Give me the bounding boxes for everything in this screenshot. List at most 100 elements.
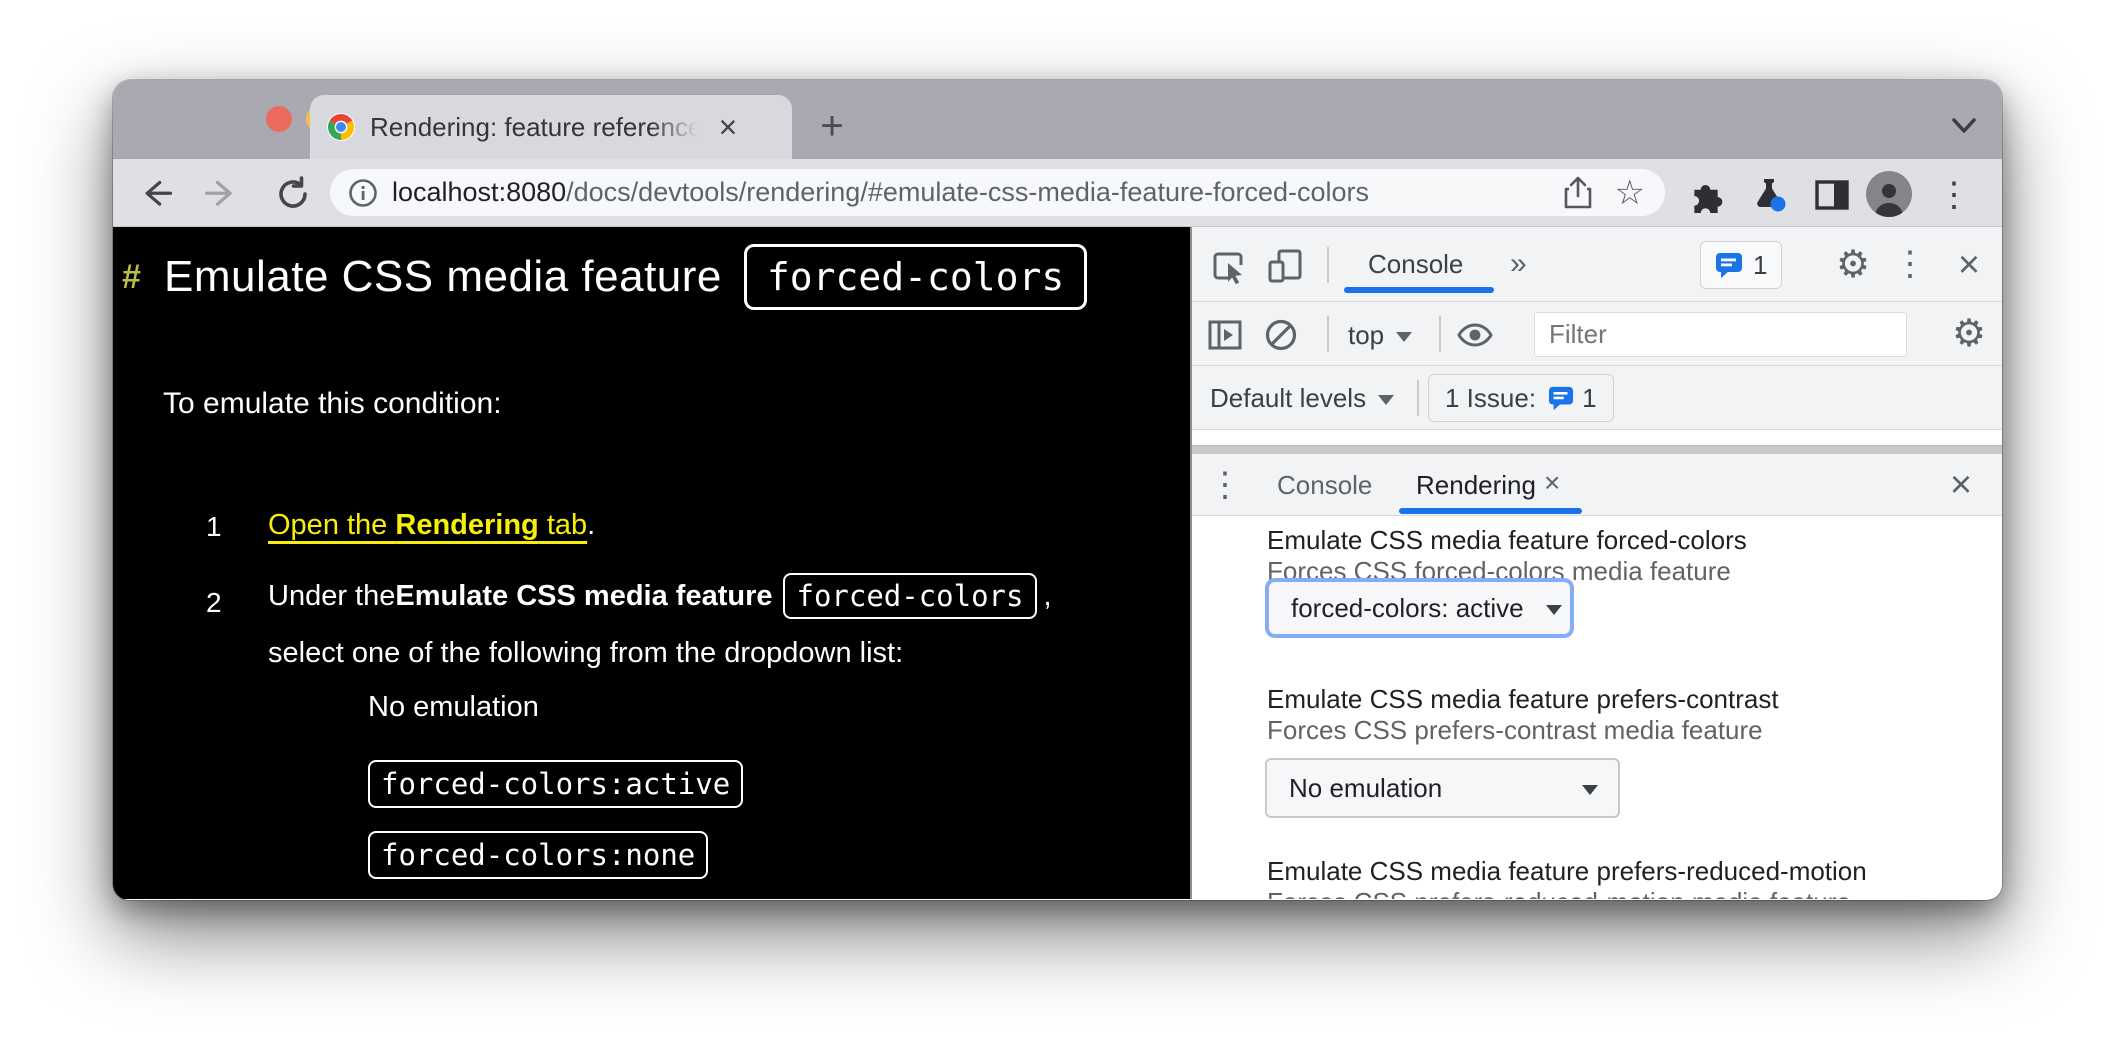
console-infobar: Default levels 1 Issue: 1 <box>1192 366 2002 430</box>
back-button[interactable] <box>135 172 179 216</box>
devtools-menu-kebab-icon[interactable]: ⋮ <box>1892 244 1928 286</box>
address-bar[interactable]: localhost:8080/docs/devtools/rendering/#… <box>330 169 1665 216</box>
console-messages-area <box>1192 430 2002 445</box>
experiments-flask-button[interactable] <box>1747 173 1791 217</box>
log-levels-label: Default levels <box>1210 383 1366 414</box>
issues-counter-button[interactable]: 1 <box>1700 241 1782 289</box>
section1-title: Emulate CSS media feature forced-colors <box>1267 525 1747 556</box>
flask-icon <box>1749 175 1789 215</box>
caret-down-icon <box>1396 332 1412 342</box>
console-toolbar: top ⚙ <box>1192 302 2002 366</box>
forced-colors-select-value: forced-colors: active <box>1291 593 1524 624</box>
tab-search-chevron-icon[interactable] <box>1946 114 1982 138</box>
forced-colors-select[interactable]: forced-colors: active <box>1265 578 1574 638</box>
step2-pre: Under the <box>268 580 395 613</box>
console-filter-input[interactable] <box>1534 312 1907 357</box>
link-bold: Rendering <box>395 509 538 541</box>
inspect-cursor-icon <box>1211 248 1247 284</box>
rendering-tab-link[interactable]: Open the Rendering tab <box>268 509 587 541</box>
page-title: Emulate CSS media feature <box>164 252 722 302</box>
console-tab-underline <box>1344 287 1494 293</box>
drawer-tab-console[interactable]: Console <box>1277 470 1372 501</box>
context-selector[interactable]: top <box>1348 317 1412 353</box>
browser-tab[interactable]: Rendering: feature reference - × <box>310 95 792 159</box>
issue-pill-label: 1 Issue: <box>1445 383 1536 414</box>
drawer-close-icon[interactable]: × <box>1940 464 1982 506</box>
step2-line1: Under the Emulate CSS media feature forc… <box>268 573 1052 619</box>
reload-button[interactable] <box>271 172 315 216</box>
share-icon[interactable] <box>1563 176 1593 210</box>
intro-paragraph: To emulate this condition: <box>163 387 502 421</box>
rendering-tab-close-icon[interactable]: × <box>1544 467 1560 499</box>
caret-down-icon <box>1546 605 1562 615</box>
separator <box>1327 247 1329 283</box>
clear-console-button[interactable] <box>1260 314 1302 356</box>
close-window-button[interactable] <box>266 106 292 132</box>
prefers-contrast-select[interactable]: No emulation <box>1265 758 1620 818</box>
console-settings-gear-icon[interactable]: ⚙ <box>1948 313 1990 355</box>
site-info-icon[interactable] <box>348 178 378 208</box>
step2-line2: select one of the following from the dro… <box>268 637 903 670</box>
section3-title: Emulate CSS media feature prefers-reduce… <box>1267 856 1867 887</box>
rendering-tab-underline <box>1399 508 1582 514</box>
url-text: localhost:8080/docs/devtools/rendering/#… <box>392 177 1369 208</box>
device-toolbar-button[interactable] <box>1264 245 1306 287</box>
drawer-tab-rendering[interactable]: Rendering <box>1416 470 1536 501</box>
webpage: # Emulate CSS media feature forced-color… <box>113 227 1190 899</box>
profile-avatar[interactable] <box>1866 171 1912 217</box>
tab-title-fade <box>650 109 706 145</box>
live-expression-button[interactable] <box>1454 314 1496 356</box>
tab-title-wrap: Rendering: feature reference - <box>370 109 706 145</box>
step1-text: Open the Rendering tab. <box>268 509 595 542</box>
issue-pill-count: 1 <box>1582 383 1596 414</box>
issues-bubble-icon <box>1715 252 1743 279</box>
extensions-button[interactable] <box>1684 173 1728 217</box>
side-panel-button[interactable] <box>1810 173 1854 217</box>
option-code-active: forced-colors:active <box>368 760 743 808</box>
caret-down-icon <box>1378 395 1394 405</box>
separator <box>1417 380 1419 416</box>
browser-menu-kebab-icon[interactable]: ⋮ <box>1939 173 1969 217</box>
inspect-element-button[interactable] <box>1208 245 1250 287</box>
step2-bold: Emulate CSS media feature <box>395 580 772 613</box>
step1-number: 1 <box>206 511 222 543</box>
puzzle-icon <box>1688 177 1724 213</box>
reload-icon <box>275 176 311 212</box>
drawer-splitter[interactable] <box>1192 445 2002 454</box>
forward-button[interactable] <box>200 172 244 216</box>
prefers-contrast-select-value: No emulation <box>1289 773 1442 804</box>
option-no-emulation: No emulation <box>368 691 539 724</box>
devtools-tabbar: Console » 1 ⚙ ⋮ × <box>1192 227 2002 302</box>
drawer-menu-kebab-icon[interactable]: ⋮ <box>1208 466 1242 506</box>
separator <box>1327 316 1329 352</box>
console-sidebar-icon <box>1208 320 1242 350</box>
eye-icon <box>1457 320 1493 350</box>
nav-toolbar: localhost:8080/docs/devtools/rendering/#… <box>113 159 2002 227</box>
side-panel-icon <box>1815 180 1849 210</box>
bookmark-star-icon[interactable]: ☆ <box>1615 176 1645 210</box>
anchor-hash-link[interactable]: # <box>122 258 164 297</box>
log-levels-dropdown[interactable]: Default levels <box>1210 380 1394 416</box>
issues-bubble-icon <box>1548 386 1574 411</box>
new-tab-button[interactable]: + <box>810 108 854 148</box>
screenshot-stage: Rendering: feature reference - × + <box>0 0 2114 1052</box>
console-sidebar-toggle[interactable] <box>1204 314 1246 356</box>
issues-count: 1 <box>1753 250 1767 281</box>
tab-close-icon[interactable]: × <box>708 107 748 147</box>
separator <box>1439 316 1441 352</box>
option-code-none: forced-colors:none <box>368 831 708 879</box>
issue-pill-button[interactable]: 1 Issue: 1 <box>1428 374 1614 422</box>
section3-subtitle: Forces CSS prefers-reduced-motion media … <box>1267 887 1851 899</box>
window-content: # Emulate CSS media feature forced-color… <box>113 227 2002 899</box>
more-tabs-icon[interactable]: » <box>1510 247 1527 281</box>
rendering-panel: Emulate CSS media feature forced-colors … <box>1192 516 2002 899</box>
forward-arrow-icon <box>204 178 240 210</box>
tab-console-main[interactable]: Console <box>1368 249 1463 280</box>
back-arrow-icon <box>139 178 175 210</box>
omnibox-actions: ☆ <box>1563 176 1665 210</box>
devtools-close-icon[interactable]: × <box>1948 244 1990 286</box>
titlebar: Rendering: feature reference - × + <box>113 80 2002 159</box>
context-value: top <box>1348 320 1384 351</box>
link-pre: Open the <box>268 509 395 541</box>
devtools-settings-gear-icon[interactable]: ⚙ <box>1832 244 1874 286</box>
